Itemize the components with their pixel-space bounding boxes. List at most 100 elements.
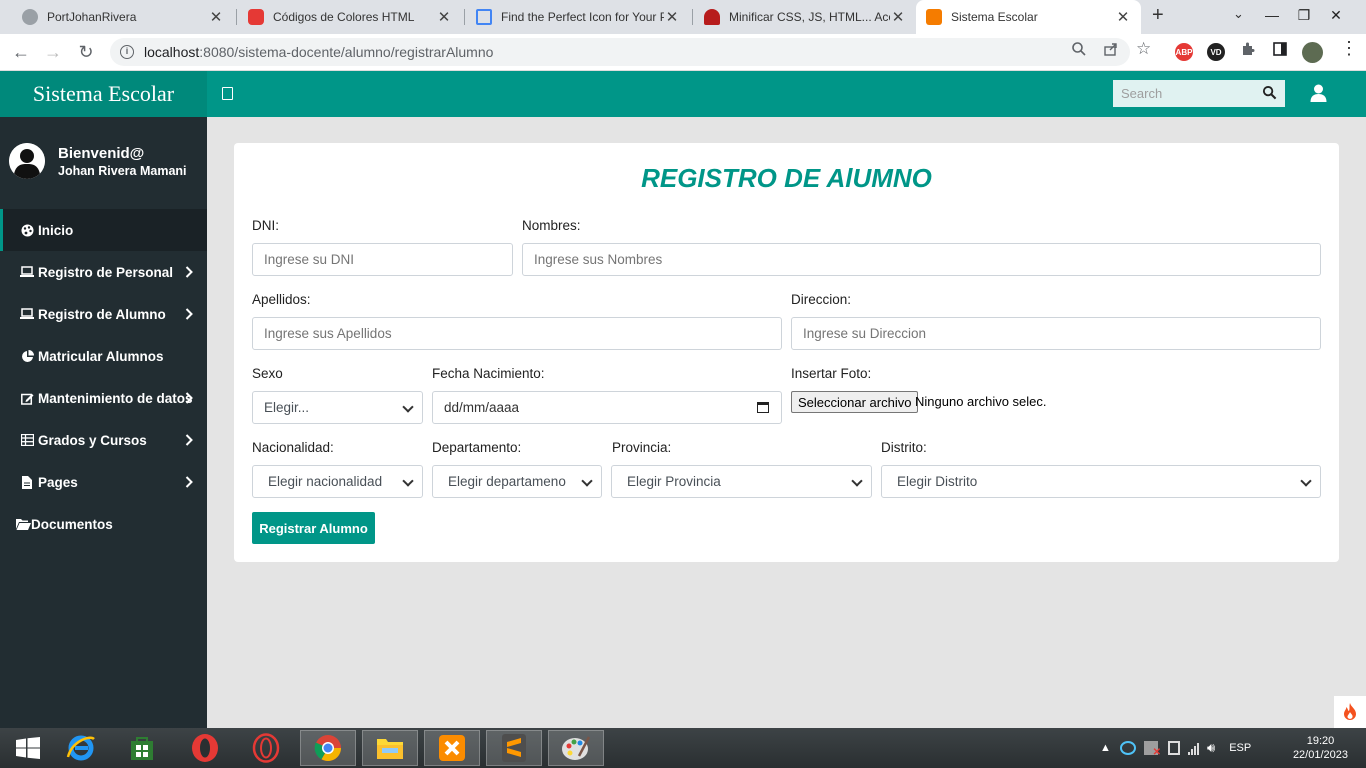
video-downloader-icon[interactable]: VD (1207, 43, 1225, 61)
adblock-plus-icon[interactable]: ABP (1175, 43, 1193, 61)
windows-start-icon[interactable] (0, 730, 56, 766)
opera-gx-icon[interactable] (238, 730, 294, 766)
flame-icon[interactable] (1334, 696, 1366, 728)
calendar-icon[interactable] (757, 402, 769, 413)
sidebar-item-label: Documentos (31, 516, 113, 532)
laptop-icon (20, 265, 34, 279)
fecha-nacimiento-label: Fecha Nacimiento: (432, 366, 545, 381)
minimize-button[interactable]: — (1257, 0, 1287, 30)
browser-tab[interactable]: Find the Perfect Icon for Your P ✕ (466, 0, 690, 34)
system-clock[interactable]: 19:20 22/01/2023 (1293, 734, 1348, 762)
sublime-text-icon[interactable] (486, 730, 542, 766)
nacionalidad-label: Nacionalidad: (252, 440, 334, 455)
language-indicator[interactable]: ESP (1229, 742, 1251, 754)
microsoft-store-icon[interactable] (114, 730, 170, 766)
info-icon[interactable]: i (120, 45, 134, 59)
departamento-select[interactable]: Elegir departameno (432, 465, 602, 498)
close-icon[interactable]: ✕ (208, 8, 224, 26)
app-viewport: Sistema Escolar Bienvenid@ Johan Rivera … (0, 71, 1366, 728)
chevron-right-icon (185, 475, 193, 491)
edit-icon (20, 391, 34, 405)
tab-divider (692, 9, 693, 25)
file-explorer-icon[interactable] (362, 730, 418, 766)
search-icon[interactable] (1262, 85, 1277, 103)
battery-icon[interactable] (1168, 741, 1180, 755)
internet-explorer-icon[interactable] (53, 730, 109, 766)
forward-arrow-icon[interactable]: → (42, 42, 64, 63)
window-close-button[interactable]: ✕ (1321, 0, 1351, 30)
new-tab-button[interactable]: + (1152, 4, 1164, 27)
extensions-puzzle-icon[interactable] (1240, 41, 1256, 60)
paint-icon[interactable] (548, 730, 604, 766)
chevron-down-icon (402, 401, 414, 413)
sidebar-item-pages[interactable]: Pages (0, 461, 207, 503)
app-header: Sistema Escolar (0, 71, 1366, 117)
sidebar-item-matricular[interactable]: Matricular Alumnos (0, 335, 207, 377)
opera-icon[interactable] (177, 730, 233, 766)
user-icon[interactable] (1310, 84, 1327, 105)
close-icon[interactable]: ✕ (664, 8, 680, 26)
bookmark-star-icon[interactable]: ☆ (1136, 39, 1151, 59)
user-name: Johan Rivera Mamani (58, 164, 187, 178)
sidebar-item-mantenimiento[interactable]: Mantenimiento de datos (0, 377, 207, 419)
distrito-label: Distrito: (881, 440, 927, 455)
reload-icon[interactable]: ↻ (75, 42, 97, 63)
url-host: localhost (144, 44, 200, 60)
apellidos-input[interactable]: Ingrese sus Apellidos (252, 317, 782, 350)
close-icon[interactable]: ✕ (890, 8, 906, 26)
address-bar[interactable]: i localhost:8080/sistema-docente/alumno/… (110, 38, 1130, 66)
tray-app-icon[interactable] (1120, 741, 1136, 755)
system-tray: ▲ ✕ 🔊︎ ESP (1100, 728, 1251, 768)
sexo-select-value: Elegir... (264, 400, 310, 415)
provincia-select[interactable]: Elegir Provincia (611, 465, 872, 498)
minifier-icon (704, 9, 720, 25)
sidebar-toggle-icon[interactable] (222, 87, 233, 100)
sidebar-item-inicio[interactable]: Inicio (0, 209, 207, 251)
welcome-text: Bienvenid@ (58, 145, 145, 162)
search-input[interactable] (1113, 86, 1253, 101)
direccion-label: Direccion: (791, 292, 852, 307)
browser-tab-active[interactable]: Sistema Escolar ✕ (916, 0, 1141, 34)
close-icon[interactable]: ✕ (436, 8, 452, 26)
dni-input[interactable]: Ingrese su DNI (252, 243, 513, 276)
signal-icon[interactable] (1188, 741, 1199, 755)
browser-tab[interactable]: PortJohanRivera ✕ (12, 0, 234, 34)
tab-search-chevron-icon[interactable]: ⌄ (1233, 6, 1244, 22)
tab-title: Códigos de Colores HTML (273, 10, 415, 24)
chrome-icon[interactable] (300, 730, 356, 766)
sidebar-item-registro-alumno[interactable]: Registro de Alumno (0, 293, 207, 335)
fecha-nacimiento-input[interactable]: dd/mm/aaaa (432, 391, 782, 424)
network-error-icon[interactable]: ✕ (1144, 741, 1161, 758)
tab-divider (236, 9, 237, 25)
distrito-select[interactable]: Elegir Distrito (881, 465, 1321, 498)
browser-tab[interactable]: Códigos de Colores HTML ✕ (238, 0, 462, 34)
profile-avatar[interactable] (1302, 42, 1323, 63)
sidebar-item-documentos[interactable]: Documentos (0, 503, 207, 545)
nombres-input[interactable]: Ingrese sus Nombres (522, 243, 1321, 276)
nacionalidad-select-value: Elegir nacionalidad (268, 474, 383, 489)
chevron-right-icon (185, 307, 193, 323)
side-panel-icon[interactable] (1272, 41, 1288, 60)
url-path: :8080/sistema-docente/alumno/registrarAl… (199, 44, 494, 60)
tray-overflow-icon[interactable]: ▲ (1100, 742, 1112, 754)
close-icon[interactable]: ✕ (1115, 8, 1131, 26)
choose-file-button[interactable]: Seleccionar archivo (791, 391, 919, 413)
nacionalidad-select[interactable]: Elegir nacionalidad (252, 465, 423, 498)
share-icon[interactable] (1103, 41, 1119, 60)
sidebar-item-label: Inicio (38, 222, 74, 238)
volume-icon[interactable]: 🔊︎ (1207, 740, 1215, 756)
browser-tab[interactable]: Minificar CSS, JS, HTML... Acele ✕ (694, 0, 916, 34)
sidebar-item-registro-personal[interactable]: Registro de Personal (0, 251, 207, 293)
user-panel: Bienvenid@ Johan Rivera Mamani (0, 117, 207, 209)
kebab-menu-icon[interactable]: ⋮ (1340, 38, 1358, 59)
registrar-alumno-button[interactable]: Registrar Alumno (252, 512, 375, 544)
zoom-icon[interactable] (1071, 41, 1087, 60)
restore-button[interactable]: ❐ (1289, 0, 1319, 30)
xampp-taskbar-icon[interactable] (424, 730, 480, 766)
back-arrow-icon[interactable]: ← (10, 42, 32, 63)
direccion-input[interactable]: Ingrese su Direccion (791, 317, 1321, 350)
sidebar-item-grados-cursos[interactable]: Grados y Cursos (0, 419, 207, 461)
file-status-text: Ninguno archivo selec. (915, 394, 1047, 409)
brand-logo-text[interactable]: Sistema Escolar (0, 71, 207, 117)
sexo-select[interactable]: Elegir... (252, 391, 423, 424)
